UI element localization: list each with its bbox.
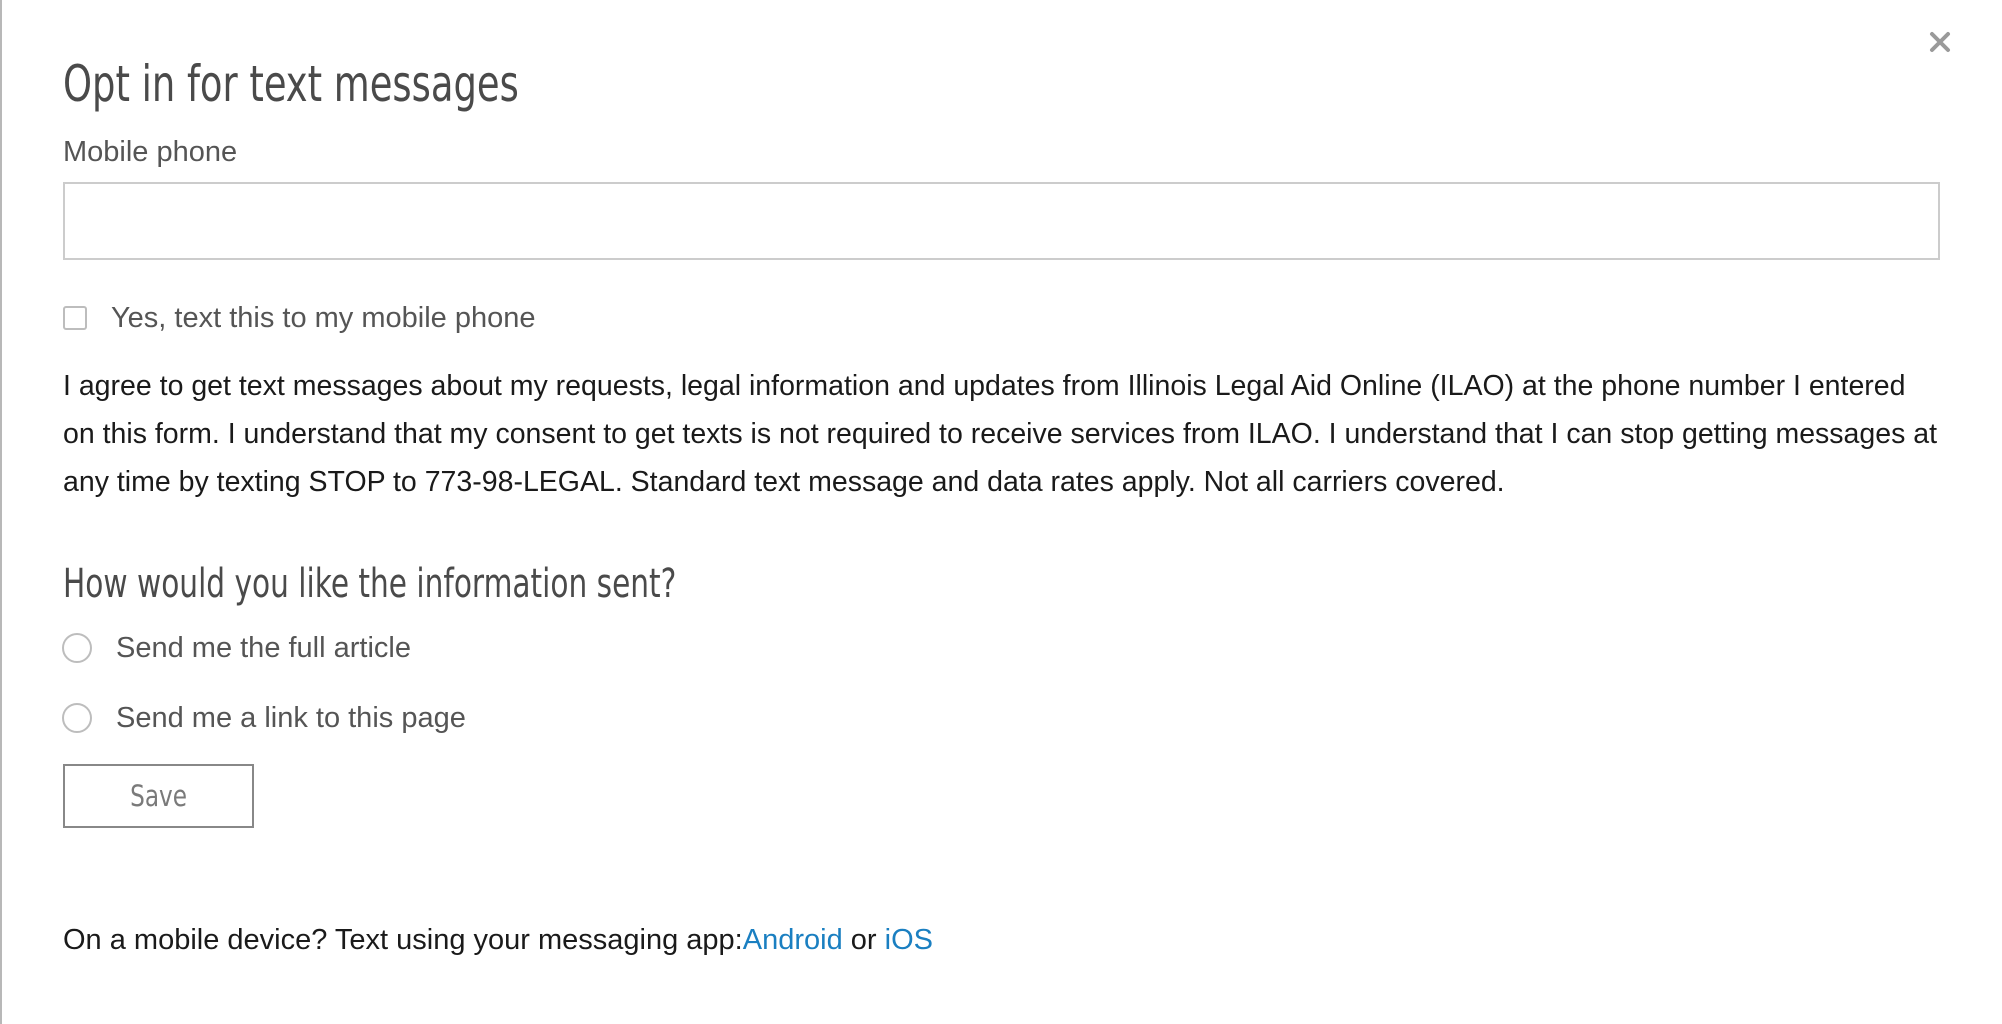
radio-full-article[interactable] xyxy=(62,633,92,663)
text-consent-checkbox-row[interactable]: Yes, text this to my mobile phone xyxy=(63,296,536,340)
mobile-phone-input[interactable] xyxy=(63,182,1940,260)
ios-link[interactable]: iOS xyxy=(885,924,933,956)
mobile-device-prompt: On a mobile device? Text using your mess… xyxy=(63,918,933,962)
radio-option-link[interactable]: Send me a link to this page xyxy=(62,696,466,740)
close-icon[interactable] xyxy=(1929,31,1951,53)
radio-link[interactable] xyxy=(62,703,92,733)
consent-text: I agree to get text messages about my re… xyxy=(63,370,1938,498)
radio-link-label[interactable]: Send me a link to this page xyxy=(116,698,466,738)
delivery-heading: How would you like the information sent? xyxy=(63,561,677,607)
save-button-label: Save xyxy=(130,779,187,813)
text-consent-checkbox[interactable] xyxy=(63,306,87,330)
text-consent-checkbox-label[interactable]: Yes, text this to my mobile phone xyxy=(111,298,536,338)
mobile-prompt-text: On a mobile device? Text using your mess… xyxy=(63,924,743,956)
close-button[interactable] xyxy=(1920,22,1960,62)
modal-title: Opt in for text messages xyxy=(63,55,519,113)
radio-full-article-label[interactable]: Send me the full article xyxy=(116,628,411,668)
opt-in-modal: Opt in for text messages Mobile phone Ye… xyxy=(0,0,2002,1024)
mobile-phone-label: Mobile phone xyxy=(63,136,238,168)
save-button[interactable]: Save xyxy=(63,764,254,828)
android-link[interactable]: Android xyxy=(743,924,843,956)
or-text: or xyxy=(842,924,885,956)
radio-option-full-article[interactable]: Send me the full article xyxy=(62,626,411,670)
